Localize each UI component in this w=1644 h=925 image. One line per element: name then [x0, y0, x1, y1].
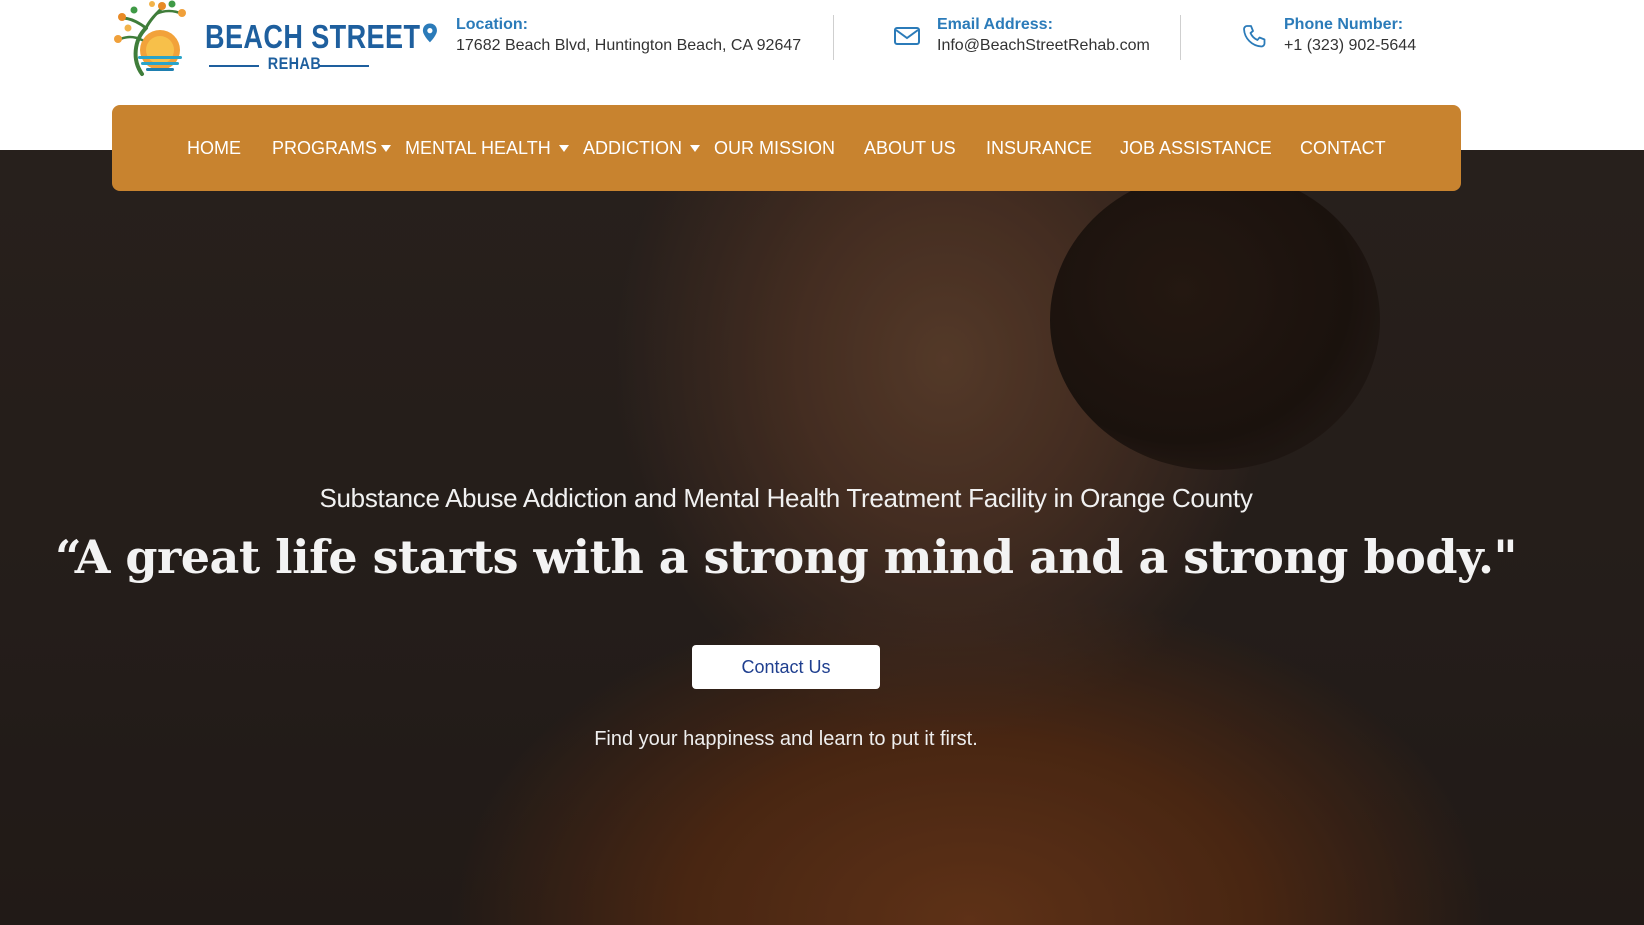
chevron-down-icon[interactable]	[381, 145, 391, 152]
nav-item-mental-health[interactable]: MENTAL HEALTH	[405, 105, 551, 191]
phone-icon	[1243, 25, 1266, 48]
location-label: Location:	[456, 16, 528, 33]
header-divider	[1180, 15, 1181, 60]
nav-item-about-us[interactable]: ABOUT US	[864, 105, 956, 191]
brand-rule-right	[319, 65, 369, 67]
email-label: Email Address:	[937, 16, 1053, 33]
hero-section: Substance Abuse Addiction and Mental Hea…	[0, 150, 1644, 925]
nav-item-job-assistance[interactable]: JOB ASSISTANCE	[1120, 105, 1272, 191]
location-value[interactable]: 17682 Beach Blvd, Huntington Beach, CA 9…	[456, 37, 801, 55]
phone-info: Phone Number: +1 (323) 902-5644	[1240, 16, 1470, 66]
site-logo[interactable]: BEACH STREET REHAB	[112, 0, 420, 80]
chevron-down-icon[interactable]	[690, 145, 700, 152]
brand-subname: REHAB	[267, 54, 322, 73]
nav-item-programs[interactable]: PROGRAMS	[272, 105, 377, 191]
hero-tagline: Find your happiness and learn to put it …	[594, 728, 978, 750]
nav-item-home[interactable]: HOME	[187, 105, 241, 191]
nav-item-addiction[interactable]: ADDICTION	[583, 105, 682, 191]
nav-item-insurance[interactable]: INSURANCE	[986, 105, 1092, 191]
map-pin-icon	[422, 23, 437, 43]
main-nav: HOME PROGRAMS MENTAL HEALTH ADDICTION OU…	[112, 105, 1461, 191]
nav-item-contact[interactable]: CONTACT	[1300, 105, 1386, 191]
email-info: Email Address: Info@BeachStreetRehab.com	[893, 16, 1183, 66]
tree-sunset-logo-icon	[114, 0, 186, 76]
hero-subtitle: Substance Abuse Addiction and Mental Hea…	[319, 483, 1253, 513]
brand-subname-row: REHAB	[209, 54, 369, 74]
hero-quote: “A great life starts with a strong mind …	[55, 530, 1517, 584]
phone-label: Phone Number:	[1284, 16, 1404, 33]
phone-value[interactable]: +1 (323) 902-5644	[1284, 37, 1416, 55]
brand-rule-left	[209, 65, 259, 67]
location-info: Location: 17682 Beach Blvd, Huntington B…	[416, 16, 816, 66]
chevron-down-icon[interactable]	[559, 145, 569, 152]
header-divider	[833, 15, 834, 60]
email-value[interactable]: Info@BeachStreetRehab.com	[937, 37, 1150, 55]
nav-item-our-mission[interactable]: OUR MISSION	[714, 105, 835, 191]
contact-us-button[interactable]: Contact Us	[692, 645, 880, 689]
envelope-icon	[894, 27, 920, 45]
brand-name: BEACH STREET	[205, 18, 421, 55]
